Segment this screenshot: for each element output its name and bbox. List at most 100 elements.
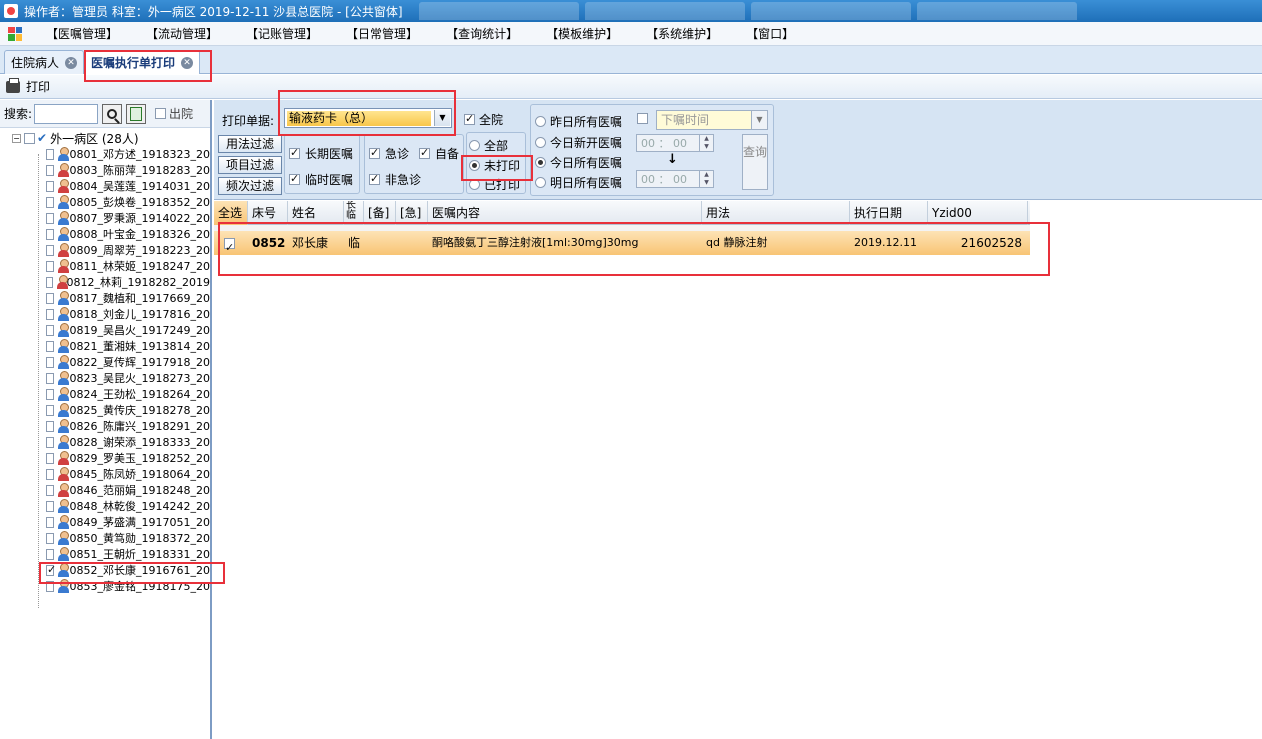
order-time-checkbox[interactable] [637,113,648,124]
row-select-cell[interactable] [214,231,248,255]
patient-checkbox[interactable] [46,548,54,560]
tree-root-checkbox[interactable] [24,132,35,144]
tab-inpatients[interactable]: 住院病人 ✕ [4,50,85,74]
patient-tree-item[interactable]: 0826_陈庸兴_1918291_20 [0,418,210,434]
patient-checkbox[interactable] [46,500,54,512]
patient-checkbox[interactable] [46,276,53,288]
patient-tree-item[interactable]: 0852_邓长康_1916761_20 [0,562,210,578]
radio-yesterday[interactable]: 昨日所有医嘱 [535,113,622,130]
patient-checkbox[interactable] [46,532,54,544]
background-window-tab[interactable] [584,2,745,20]
table-row[interactable]: 0852 邓长康 临 酮咯酸氨丁三醇注射液[1ml:30mg]30mg qd 静… [214,231,1030,255]
menu-template[interactable]: 【模板维护】 [536,25,628,42]
usage-header[interactable]: 用法 [702,201,850,225]
urgent-checkbox[interactable] [369,146,380,159]
background-window-tab[interactable] [916,2,1077,20]
patient-checkbox[interactable] [46,420,54,432]
menu-flow-management[interactable]: 【流动管理】 [136,25,228,42]
content-header[interactable]: 医嘱内容 [428,201,702,225]
self-supply-toggle[interactable]: 自备 [419,145,459,162]
patient-checkbox[interactable] [46,388,54,400]
patient-checkbox[interactable] [46,260,54,272]
patient-tree-item[interactable]: 0821_董湘妹_1913814_20 [0,338,210,354]
patient-checkbox[interactable] [46,404,54,416]
patient-checkbox[interactable] [46,292,54,304]
radio-yesterday-button[interactable] [535,116,546,127]
patient-tree-item[interactable]: 0850_黄笃勋_1918372_20 [0,530,210,546]
patient-tree-item[interactable]: 0846_范丽娟_1918248_20 [0,482,210,498]
print-basis-select[interactable]: 输液药卡（总） ▼ [284,108,452,128]
radio-today-all-button[interactable] [535,157,546,168]
patient-tree-item[interactable]: 0809_周翠芳_1918223_20 [0,242,210,258]
date-header[interactable]: 执行日期 [850,201,928,225]
close-icon[interactable]: ✕ [65,56,78,69]
patient-checkbox[interactable] [46,212,54,224]
patient-checkbox[interactable] [46,228,54,240]
urgent-toggle[interactable]: 急诊 [369,145,409,162]
all-ward-toggle[interactable]: 全院 [464,111,503,128]
patient-tree-item[interactable]: 0822_夏传辉_1917918_20 [0,354,210,370]
print-button[interactable]: 打印 [6,77,50,95]
menu-order-management[interactable]: 【医嘱管理】 [36,25,128,42]
discharged-checkbox[interactable] [155,108,167,119]
radio-unprinted[interactable]: 未打印 [469,157,520,174]
patient-tree-item[interactable]: 0803_陈丽萍_1918283_20 [0,162,210,178]
patient-tree-item[interactable]: 0829_罗美玉_1918252_20 [0,450,210,466]
chevron-down-icon[interactable]: ▼ [434,110,450,126]
patient-tree-item[interactable]: 0811_林荣姬_1918247_20 [0,258,210,274]
usage-filter-button[interactable]: 用法过滤 [218,135,282,153]
patient-tree-item[interactable]: 0819_吴昌火_1917249_20 [0,322,210,338]
radio-all-button[interactable] [469,140,480,151]
radio-all[interactable]: 全部 [469,137,508,154]
radio-tomorrow-all-button[interactable] [535,177,546,188]
menu-window[interactable]: 【窗口】 [736,25,804,42]
radio-printed[interactable]: 已打印 [469,176,520,193]
search-input[interactable] [34,103,99,124]
patient-tree-item[interactable]: 0807_罗秉源_1914022_20 [0,210,210,226]
patient-tree-item[interactable]: 0818_刘金儿_1917816_20 [0,306,210,322]
tab-order-print[interactable]: 医嘱执行单打印 ✕ [84,50,201,74]
background-window-tab[interactable] [418,2,579,20]
query-button[interactable]: 查询 [742,134,768,190]
patient-tree-item[interactable]: 0849_茅盛满_1917051_20 [0,514,210,530]
export-button[interactable] [126,103,147,124]
frequency-filter-button[interactable]: 频次过滤 [218,177,282,195]
patient-tree-item[interactable]: 0825_黄传庆_1918278_20 [0,402,210,418]
patient-checkbox[interactable] [46,324,54,336]
patient-tree-item[interactable]: 0824_王劲松_1918264_20 [0,386,210,402]
patient-checkbox[interactable] [46,340,54,352]
patient-tree-item[interactable]: 0817_魏植和_1917669_20 [0,290,210,306]
patient-tree-item[interactable]: 0845_陈凤娇_1918064_20 [0,466,210,482]
non-urgent-checkbox[interactable] [369,172,380,185]
patient-checkbox[interactable] [46,356,54,368]
app-menu-icon[interactable] [8,26,22,41]
time-from-input[interactable]: 00 ： 00 ▲ ▼ [636,134,714,152]
patient-checkbox[interactable] [46,436,54,448]
patient-checkbox[interactable] [46,148,54,160]
menu-query-stats[interactable]: 【查询统计】 [436,25,528,42]
id-header[interactable]: Yzid00 [928,201,1028,225]
patient-checkbox[interactable] [46,563,56,576]
patient-tree-item[interactable]: 0851_王朝炘_1918331_20 [0,546,210,562]
ji-header[interactable]: [急] [396,201,428,225]
patient-tree-item[interactable]: 0805_彭焕卷_1918352_20 [0,194,210,210]
temporary-toggle[interactable]: 临时医嘱 [289,171,353,188]
time-to-input[interactable]: 00 ： 00 ▲ ▼ [636,170,714,188]
patient-checkbox[interactable] [46,180,54,192]
patient-tree-item[interactable]: 0804_吴莲莲_1914031_20 [0,178,210,194]
all-ward-checkbox[interactable] [464,112,475,125]
menu-daily[interactable]: 【日常管理】 [336,25,428,42]
collapse-icon[interactable]: − [12,133,21,143]
radio-today-new-button[interactable] [535,137,546,148]
bei-header[interactable]: [备] [364,201,396,225]
name-header[interactable]: 姓名 [288,201,344,225]
row-checkbox[interactable] [224,236,235,255]
patient-checkbox[interactable] [46,468,54,480]
patient-tree-item[interactable]: 0848_林乾俊_1914242_20 [0,498,210,514]
radio-today-new[interactable]: 今日新开医嘱 [535,134,622,151]
temporary-checkbox[interactable] [289,172,300,185]
spinner-icon[interactable]: ▲ ▼ [699,135,713,151]
patient-checkbox[interactable] [46,516,54,528]
term-header[interactable]: 长临 [344,201,364,225]
radio-tomorrow-all[interactable]: 明日所有医嘱 [535,174,622,191]
